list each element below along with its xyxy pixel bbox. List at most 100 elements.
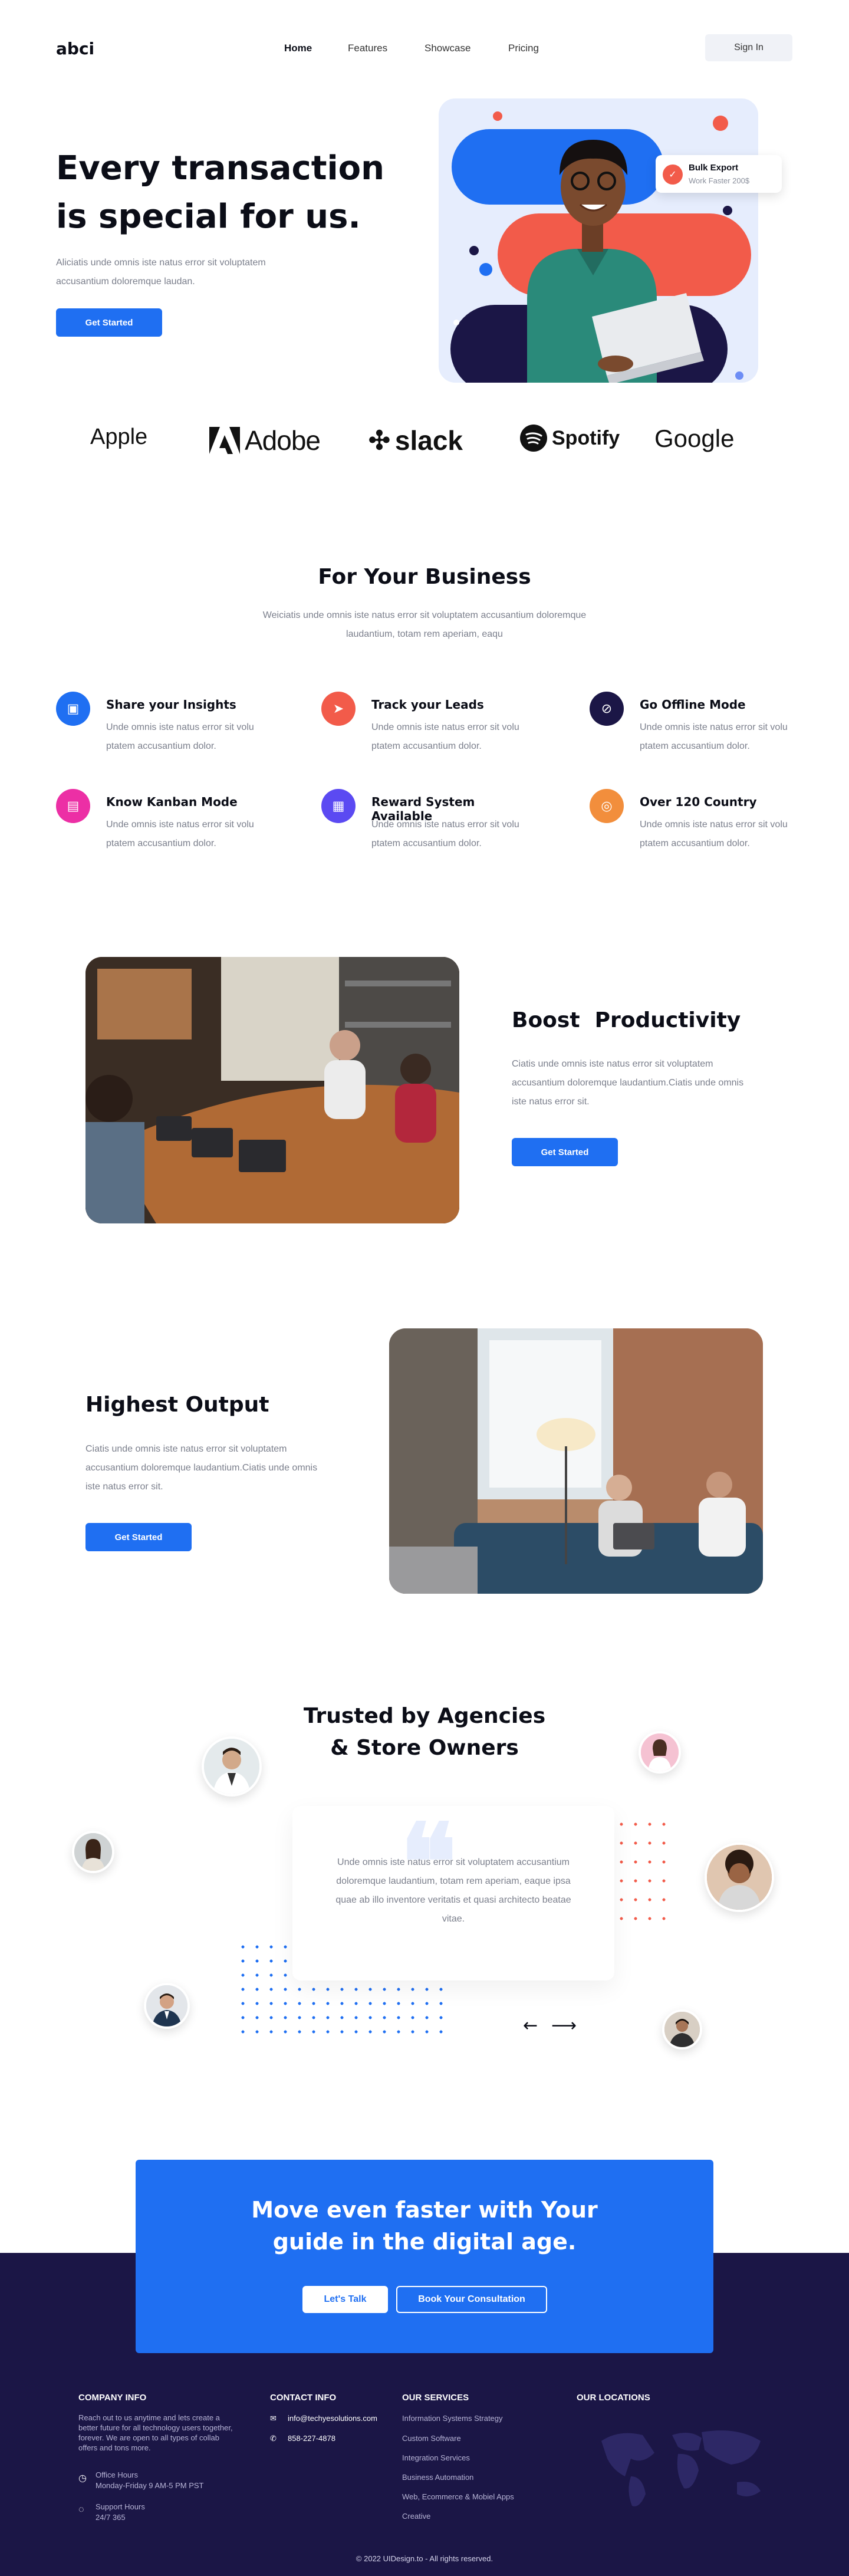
lets-talk-button[interactable]: Let's Talk — [302, 2286, 388, 2313]
footer-phone[interactable]: 858-227-4878 — [288, 2434, 335, 2443]
feature-title: Share your Insights — [106, 698, 236, 712]
slack-icon: ✣ — [368, 426, 390, 455]
footer-hours-value: Monday-Friday 9 AM-5 PM PST — [96, 2481, 204, 2490]
support-icon: ◌ — [78, 2505, 84, 2515]
footer-support-label: Support Hours — [96, 2502, 145, 2511]
kanban-icon: ▤ — [56, 789, 90, 823]
testimonial-quote: Unde omnis iste natus error sit voluptat… — [335, 1857, 571, 1924]
feature-title: Track your Leads — [371, 698, 484, 712]
feature-desc: Unde omnis iste natus error sit volu pta… — [640, 820, 788, 848]
nav-pricing[interactable]: Pricing — [508, 42, 539, 54]
person-avatar-image — [204, 1739, 259, 1794]
brand-adobe-label: Adobe — [245, 425, 321, 456]
footer-service-link[interactable]: Information Systems Strategy — [402, 2414, 503, 2423]
brand-spotify-label: Spotify — [552, 426, 620, 449]
footer-service-link[interactable]: Custom Software — [402, 2434, 461, 2443]
output-title: Highest Output — [85, 1393, 269, 1417]
bulk-export-badge: ✓ Bulk Export Work Faster 200$ — [656, 155, 782, 193]
mail-icon: ✉ — [270, 2414, 277, 2423]
hero-person-illustration — [450, 111, 751, 383]
clock-icon: ◷ — [78, 2473, 87, 2483]
footer-company-text: Reach out to us anytime and lets create … — [78, 2413, 233, 2452]
footer-service-link[interactable]: Web, Ecommerce & Mobiel Apps — [402, 2492, 514, 2501]
meeting-scene — [85, 957, 459, 1223]
world-map-image — [601, 2430, 761, 2506]
feature-title: Over 120 Country — [640, 795, 757, 809]
briefcase-icon: ▣ — [56, 692, 90, 726]
phone-icon: ✆ — [270, 2434, 277, 2443]
meeting-photo — [85, 957, 459, 1223]
brand-google-label: Google — [654, 425, 735, 452]
hero-title-line1: Every transaction — [56, 149, 385, 187]
feature-title: Go Offline Mode — [640, 698, 746, 712]
feature-desc: Unde omnis iste natus error sit volu pta… — [640, 722, 788, 751]
decorative-dot-grid — [614, 1815, 671, 1921]
footer-company-heading: COMPANY INFO — [78, 2393, 147, 2403]
footer-email[interactable]: info@techyesolutions.com — [288, 2414, 377, 2423]
person-avatar-image — [707, 1845, 772, 1910]
check-icon: ✓ — [663, 165, 683, 185]
testimonial-avatar[interactable] — [662, 2009, 702, 2049]
nav-home[interactable]: Home — [284, 42, 312, 54]
productivity-desc: Ciatis unde omnis iste natus error sit v… — [512, 1059, 744, 1107]
footer-service-link[interactable]: Integration Services — [402, 2453, 470, 2462]
feature-track-leads: ➤ Track your Leads Unde omnis iste natus… — [321, 692, 522, 756]
business-title: For Your Business — [318, 565, 531, 589]
testimonial-avatar[interactable] — [639, 1731, 681, 1774]
feature-offline-mode: ⊘ Go Offline Mode Unde omnis iste natus … — [590, 692, 790, 756]
cta-title-line2: guide in the digital age. — [272, 2229, 577, 2255]
brand-slack: ✣ slack — [368, 425, 463, 456]
footer-support-value: 24/7 365 — [96, 2513, 126, 2522]
prev-arrow-icon[interactable]: ← — [523, 2015, 538, 2036]
office-scene — [389, 1328, 763, 1594]
testimonial-avatar[interactable] — [202, 1736, 262, 1797]
trusted-title: Trusted by Agencies & Store Owners — [0, 1700, 849, 1764]
brand-apple-label: Apple — [90, 425, 148, 449]
productivity-get-started-button[interactable]: Get Started — [512, 1138, 618, 1166]
footer-hours-label: Office Hours — [96, 2470, 139, 2479]
brand-logo[interactable]: abci — [56, 39, 94, 58]
testimonial-avatar[interactable] — [705, 1843, 774, 1912]
feature-kanban-mode: ▤ Know Kanban Mode Unde omnis iste natus… — [56, 789, 256, 854]
brand-slack-label: slack — [394, 425, 463, 456]
send-icon: ➤ — [321, 692, 356, 726]
testimonial-card: ❝ Unde omnis iste natus error sit volupt… — [292, 1806, 614, 1980]
next-arrow-icon[interactable]: ⟶ — [551, 2015, 577, 2036]
badge-subtitle: Work Faster 200$ — [689, 176, 750, 185]
output-get-started-button[interactable]: Get Started — [85, 1523, 192, 1551]
footer-locations-heading: OUR LOCATIONS — [577, 2393, 650, 2403]
feature-desc: Unde omnis iste natus error sit volu pta… — [371, 722, 519, 751]
feature-desc: Unde omnis iste natus error sit volu pta… — [106, 820, 254, 848]
feature-share-insights: ▣ Share your Insights Unde omnis iste na… — [56, 692, 256, 756]
brand-spotify: Spotify — [520, 425, 620, 452]
brand-adobe: Adobe — [209, 425, 321, 456]
testimonial-avatar[interactable] — [144, 1983, 190, 2029]
trusted-title-line1: Trusted by Agencies — [303, 1704, 546, 1728]
brand-google: Google — [654, 425, 734, 453]
globe-icon: ◎ — [590, 789, 624, 823]
footer-services-heading: OUR SERVICES — [402, 2393, 469, 2403]
feature-desc: Unde omnis iste natus error sit volu pta… — [371, 820, 519, 848]
person-avatar-image — [641, 1733, 679, 1771]
cta-banner: Move even faster with Your guide in the … — [136, 2160, 713, 2353]
nav-showcase[interactable]: Showcase — [424, 42, 470, 54]
testimonial-avatar[interactable] — [72, 1831, 114, 1873]
adobe-icon — [209, 427, 240, 454]
book-consultation-button[interactable]: Book Your Consultation — [396, 2286, 547, 2313]
hero-title-line2: is special for us. — [56, 198, 361, 236]
brand-apple: Apple — [85, 425, 147, 450]
footer-service-link[interactable]: Creative — [402, 2512, 430, 2521]
hero-get-started-button[interactable]: Get Started — [56, 308, 162, 337]
gift-icon: ▦ — [321, 789, 356, 823]
spotify-icon — [520, 425, 547, 452]
sign-in-button[interactable]: Sign In — [705, 34, 792, 61]
hero-subtitle: Aliciatis unde omnis iste natus error si… — [56, 258, 266, 287]
trusted-title-line2: & Store Owners — [330, 1736, 519, 1760]
footer-service-link[interactable]: Business Automation — [402, 2473, 473, 2482]
person-avatar-image — [664, 2012, 700, 2047]
feature-title: Know Kanban Mode — [106, 795, 238, 809]
nav-features[interactable]: Features — [348, 42, 387, 54]
output-desc: Ciatis unde omnis iste natus error sit v… — [85, 1444, 318, 1492]
hero-title: Every transaction is special for us. — [56, 144, 386, 241]
feature-desc: Unde omnis iste natus error sit volu pta… — [106, 722, 254, 751]
